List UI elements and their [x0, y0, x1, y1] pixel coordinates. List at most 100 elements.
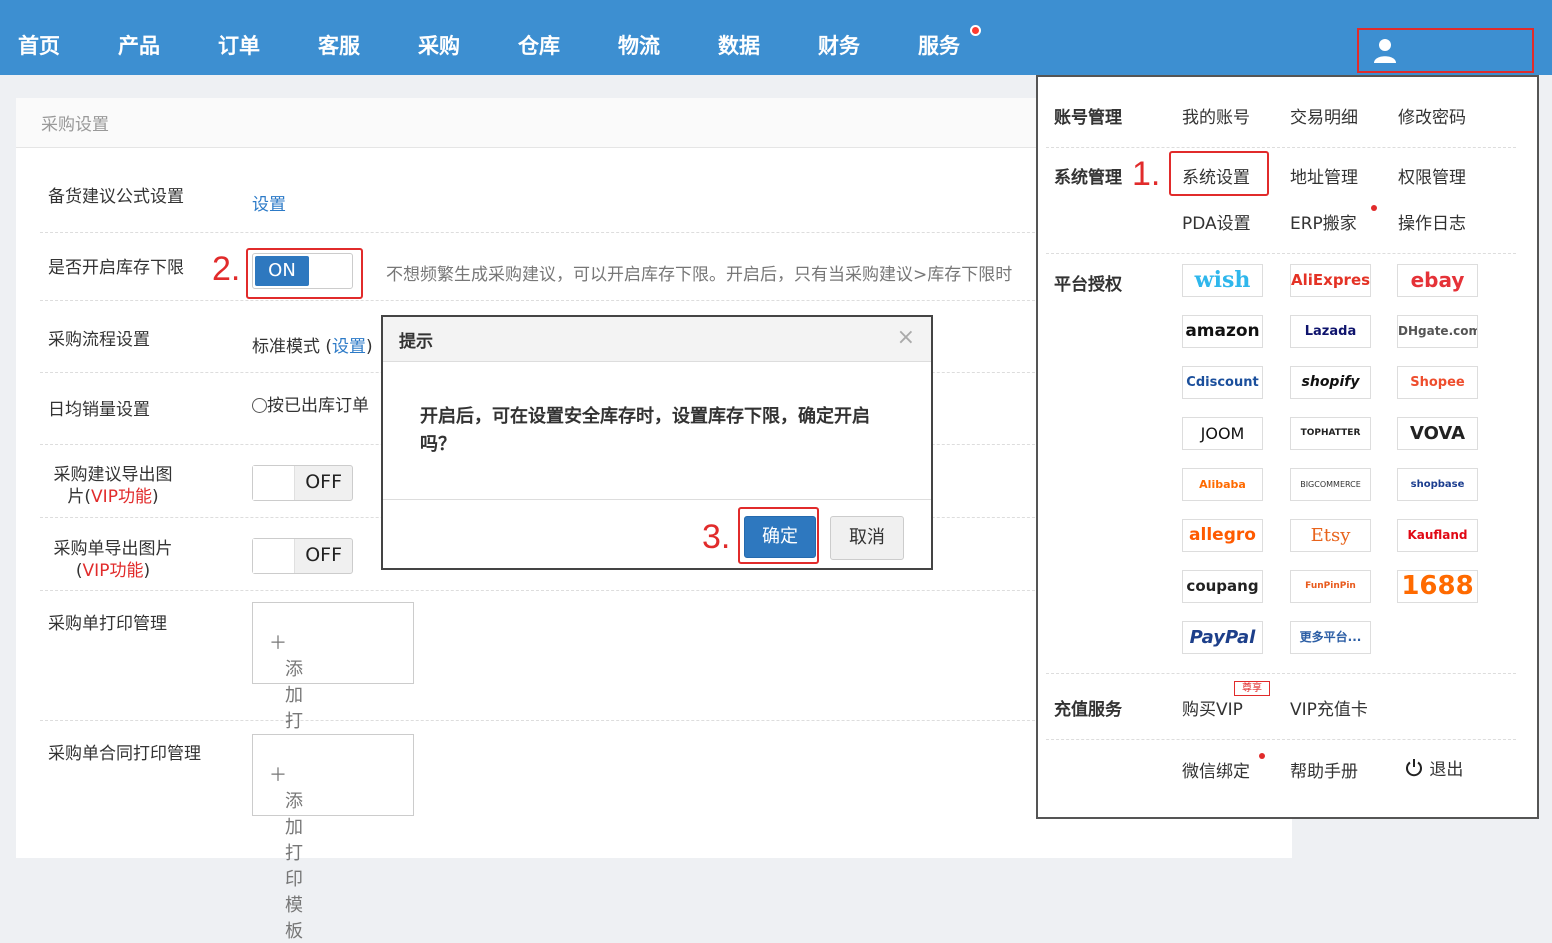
vip-tag: VIP功能 [82, 561, 144, 581]
nav-orders[interactable]: 订单 [218, 30, 318, 60]
pda-settings-link[interactable]: PDA设置 [1182, 209, 1251, 234]
platform-etsy[interactable]: Etsy [1290, 519, 1371, 552]
toggle-off-label: OFF [305, 544, 342, 566]
divider [1046, 253, 1516, 254]
change-password-link[interactable]: 修改密码 [1398, 103, 1466, 128]
nav-warehouse[interactable]: 仓库 [518, 30, 618, 60]
contract-print-label: 采购单合同打印管理 [48, 744, 201, 764]
flow-mode: 标准模式 [252, 337, 320, 357]
platform-shopee[interactable]: Shopee [1397, 366, 1478, 399]
recharge-section-label: 充值服务 [1054, 700, 1122, 720]
formula-settings-link[interactable]: 设置 [252, 190, 286, 215]
daily-sales-label: 日均销量设置 [48, 400, 150, 420]
notification-dot [970, 25, 981, 36]
nav-products[interactable]: 产品 [118, 30, 218, 60]
buy-vip-link[interactable]: 购买VIP [1182, 695, 1243, 720]
row-print: 采购单打印管理 ＋ 添加打印模板 [40, 591, 1060, 810]
system-settings-link[interactable]: 系统设置 [1182, 163, 1250, 188]
nav-home[interactable]: 首页 [18, 30, 118, 60]
platform-aliexpress[interactable]: AliExpress [1290, 264, 1371, 297]
order-image-toggle[interactable]: OFF [252, 538, 353, 574]
platform-coupang[interactable]: coupang [1182, 570, 1263, 603]
cancel-button[interactable]: 取消 [830, 516, 904, 560]
platform-bigcommerce[interactable]: BIGCOMMERCE [1290, 468, 1371, 501]
logout-button[interactable]: 退出 [1404, 755, 1463, 780]
logout-label: 退出 [1429, 760, 1464, 780]
operation-log-link[interactable]: 操作日志 [1398, 209, 1466, 234]
formula-label: 备货建议公式设置 [48, 187, 184, 207]
platform-kaufland[interactable]: Kaufland [1397, 519, 1478, 552]
my-account-link[interactable]: 我的账号 [1182, 103, 1250, 128]
nav-services[interactable]: 服务 [918, 25, 1018, 60]
platform-section-label: 平台授权 [1054, 275, 1122, 295]
wechat-bind-link[interactable]: 微信绑定 [1182, 757, 1250, 782]
nav-data[interactable]: 数据 [718, 30, 818, 60]
nav-finance[interactable]: 财务 [818, 30, 918, 60]
platform-tophatter[interactable]: TOPHATTER [1290, 417, 1371, 450]
toggle-off-label: OFF [305, 471, 342, 493]
help-manual-link[interactable]: 帮助手册 [1290, 757, 1358, 782]
print-label: 采购单打印管理 [48, 614, 167, 634]
step-1-marker: 1. [1132, 155, 1161, 193]
dialog-title: 提示 [399, 332, 433, 352]
account-section-label: 账号管理 [1054, 108, 1122, 128]
step-2-marker: 2. [212, 250, 241, 288]
platform-cdiscount[interactable]: Cdiscount [1182, 366, 1263, 399]
platform-alibaba[interactable]: Alibaba [1182, 468, 1263, 501]
platform-funpinpin[interactable]: FunPinPin [1290, 570, 1371, 603]
stock-floor-description: 不想频繁生成采购建议，可以开启库存下限。开启后，只有当采购建议>库存下限时 [386, 265, 1013, 285]
vip-tag: VIP功能 [91, 487, 152, 507]
platform-lazada[interactable]: Lazada [1290, 315, 1371, 348]
toggle-knob [253, 539, 295, 573]
platform-dhgate[interactable]: DHgate.com [1397, 315, 1478, 348]
notification-dot [1259, 753, 1265, 759]
platform-paypal[interactable]: PayPal [1182, 621, 1263, 654]
top-navbar: 首页 产品 订单 客服 采购 仓库 物流 数据 财务 服务 [0, 0, 1552, 75]
divider [1046, 673, 1516, 674]
daily-sales-option[interactable]: 按已出库订单 [252, 391, 369, 416]
vip-card-link[interactable]: VIP充值卡 [1290, 695, 1368, 720]
nav-logistics[interactable]: 物流 [618, 30, 718, 60]
nav-purchase[interactable]: 采购 [418, 30, 518, 60]
system-section-label: 系统管理 [1054, 168, 1122, 188]
platform-shopbase[interactable]: shopbase [1397, 468, 1478, 501]
close-icon[interactable]: × [897, 325, 915, 350]
add-print-template-button[interactable]: ＋ 添加打印模板 [252, 602, 414, 810]
order-image-label: 采购单导出图片 (VIP功能) [48, 538, 178, 582]
address-management-link[interactable]: 地址管理 [1290, 163, 1358, 188]
main-nav: 首页 产品 订单 客服 采购 仓库 物流 数据 财务 服务 [18, 25, 1018, 60]
platform-allegro[interactable]: allegro [1182, 519, 1263, 552]
nav-services-label: 服务 [918, 34, 960, 58]
row-stock-floor: 是否开启库存下限 ON 不想频繁生成采购建议，可以开启库存下限。开启后，只有当采… [40, 233, 1060, 301]
platform-vova[interactable]: VOVA [1397, 417, 1478, 450]
notification-dot [1371, 205, 1377, 211]
dialog-header: 提示 × [383, 317, 931, 362]
platform-joom[interactable]: JOOM [1182, 417, 1263, 450]
flow-label: 采购流程设置 [48, 330, 150, 350]
export-image-label: 采购建议导出图 片(VIP功能) [48, 464, 178, 508]
user-dropdown-menu: 账号管理 我的账号 交易明细 修改密码 系统管理 1. 系统设置 地址管理 权限… [1036, 75, 1539, 819]
platform-amazon[interactable]: amazon [1182, 315, 1263, 348]
platform-wish[interactable]: wish [1182, 264, 1263, 297]
platform-ebay[interactable]: ebay [1397, 264, 1478, 297]
radio-icon[interactable] [252, 398, 267, 413]
row-formula: 备货建议公式设置 设置 [40, 148, 1060, 233]
flow-settings-link[interactable]: 设置 [332, 337, 366, 357]
add-template-label: 添加打印模板 [285, 791, 303, 942]
more-platforms-link[interactable]: 更多平台... [1290, 621, 1371, 654]
export-image-toggle[interactable]: OFF [252, 465, 353, 501]
toggle-knob [253, 466, 295, 500]
user-menu-button[interactable] [1357, 28, 1534, 73]
transactions-link[interactable]: 交易明细 [1290, 103, 1358, 128]
divider [1046, 147, 1516, 148]
row-contract-print: 采购单合同打印管理 ＋ 添加打印模板 [40, 721, 1060, 942]
platform-1688[interactable]: 1688 [1397, 570, 1478, 603]
nav-customer-service[interactable]: 客服 [318, 30, 418, 60]
page-title: 采购设置 [41, 115, 109, 135]
platform-shopify[interactable]: shopify [1290, 366, 1371, 399]
permission-management-link[interactable]: 权限管理 [1398, 163, 1466, 188]
erp-migration-link[interactable]: ERP搬家 [1290, 209, 1357, 234]
user-icon [1374, 39, 1396, 63]
dialog-footer: 确定 取消 [383, 499, 931, 570]
add-contract-template-button[interactable]: ＋ 添加打印模板 [252, 734, 414, 942]
